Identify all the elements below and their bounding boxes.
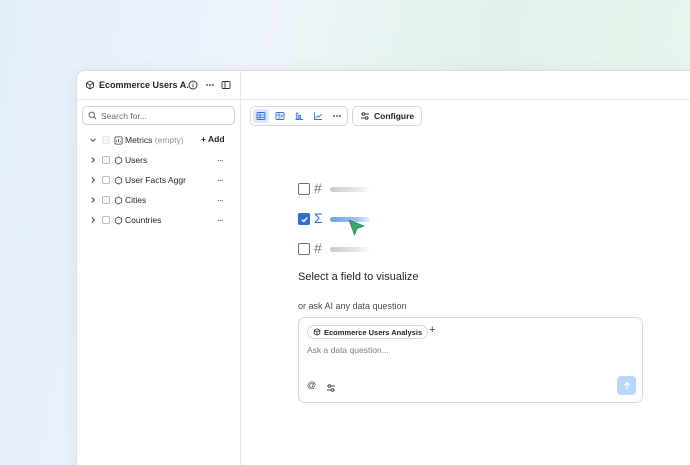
- ask-ai-box[interactable]: Ecommerce Users Analysis + Ask a data qu…: [298, 317, 643, 403]
- dataset-title: Ecommerce Users A...: [99, 80, 189, 90]
- add-context-button[interactable]: +: [429, 324, 435, 336]
- more-icon[interactable]: ...: [217, 193, 224, 203]
- table-icon[interactable]: [253, 109, 269, 123]
- search-icon: [88, 111, 97, 120]
- tree-item-label: Cities: [125, 195, 147, 205]
- tree-item-label: Metrics: [125, 135, 153, 145]
- configure-label: Configure: [374, 111, 415, 121]
- sliders-icon: [360, 111, 370, 121]
- chip-label: Ecommerce Users Analysis: [324, 327, 423, 337]
- hexagon-icon: [113, 215, 123, 225]
- hexagon-icon: [113, 195, 123, 205]
- illustration-checkbox: [298, 183, 310, 195]
- empty-state-title: Select a field to visualize: [298, 271, 419, 283]
- configure-button[interactable]: Configure: [352, 106, 423, 126]
- send-button[interactable]: [617, 376, 636, 395]
- hexagon-icon: [113, 155, 123, 165]
- cube-icon: [85, 80, 95, 90]
- tree-item-metrics[interactable]: Metrics (empty) + Add: [77, 130, 241, 150]
- pivot-icon[interactable]: [272, 109, 288, 123]
- more-icon[interactable]: [204, 79, 216, 91]
- add-metric-button[interactable]: + Add: [201, 134, 225, 144]
- tree-item-label: User Facts Aggr: [125, 175, 186, 185]
- hash-icon: #: [314, 180, 322, 196]
- hexagon-icon: [113, 175, 123, 185]
- chevron-right-icon[interactable]: [89, 176, 97, 184]
- more-icon[interactable]: [329, 109, 345, 123]
- illustration-checkbox: [298, 243, 310, 255]
- sidebar-header: Ecommerce Users A...: [77, 71, 241, 100]
- more-icon[interactable]: ...: [217, 213, 224, 223]
- sliders-icon[interactable]: [326, 380, 336, 392]
- view-switcher: [250, 106, 348, 126]
- chevron-right-icon[interactable]: [89, 156, 97, 164]
- cities-checkbox[interactable]: [102, 196, 110, 204]
- sidebar: Ecommerce Users A... Search for... Metri…: [77, 71, 241, 465]
- tree-item-user-facts-aggr[interactable]: User Facts Aggr ...: [77, 170, 241, 190]
- main-header: [241, 71, 690, 100]
- chevron-right-icon[interactable]: [89, 216, 97, 224]
- dataset-chip[interactable]: Ecommerce Users Analysis: [307, 325, 429, 339]
- chevron-right-icon[interactable]: [89, 196, 97, 204]
- sigma-icon: Σ: [314, 210, 323, 226]
- placeholder-bar: [330, 187, 370, 192]
- tree-item-label: Countries: [125, 215, 162, 225]
- empty-tag: (empty): [154, 135, 184, 145]
- metrics-icon: [113, 135, 123, 145]
- cube-icon: [313, 328, 321, 336]
- empty-state-subtitle: or ask AI any data question: [298, 301, 407, 311]
- ask-input[interactable]: Ask a data question...: [307, 345, 389, 355]
- tree-item-label: Users: [125, 155, 148, 165]
- tree-item-users[interactable]: Users ...: [77, 150, 241, 170]
- search-field[interactable]: [82, 106, 235, 125]
- hash-icon: #: [314, 240, 322, 256]
- users-checkbox[interactable]: [102, 156, 110, 164]
- countries-checkbox[interactable]: [102, 216, 110, 224]
- view-toolbar: Configure: [250, 106, 423, 126]
- app-window: Ecommerce Users A... Search for... Metri…: [76, 70, 690, 465]
- line-chart-icon[interactable]: [310, 109, 326, 123]
- info-icon[interactable]: [187, 79, 199, 91]
- check-icon: [300, 216, 308, 222]
- more-icon[interactable]: ...: [217, 153, 224, 163]
- more-icon[interactable]: ...: [217, 173, 224, 183]
- metrics-checkbox: [102, 136, 110, 144]
- illustration-checkbox-checked: [298, 213, 310, 225]
- placeholder-bar: [330, 247, 370, 252]
- sidebar-toggle-icon[interactable]: [220, 79, 232, 91]
- chevron-down-icon[interactable]: [89, 136, 97, 144]
- tree-item-countries[interactable]: Countries ...: [77, 210, 241, 230]
- bar-chart-icon[interactable]: [291, 109, 307, 123]
- arrow-up-icon: [623, 381, 630, 389]
- search-input[interactable]: [101, 110, 221, 121]
- mention-button[interactable]: @: [307, 380, 316, 390]
- cursor-arrow-icon: [348, 219, 366, 242]
- field-tree: Metrics (empty) + Add Users ... User Fac…: [77, 130, 241, 230]
- user-facts-checkbox[interactable]: [102, 176, 110, 184]
- tree-item-cities[interactable]: Cities ...: [77, 190, 241, 210]
